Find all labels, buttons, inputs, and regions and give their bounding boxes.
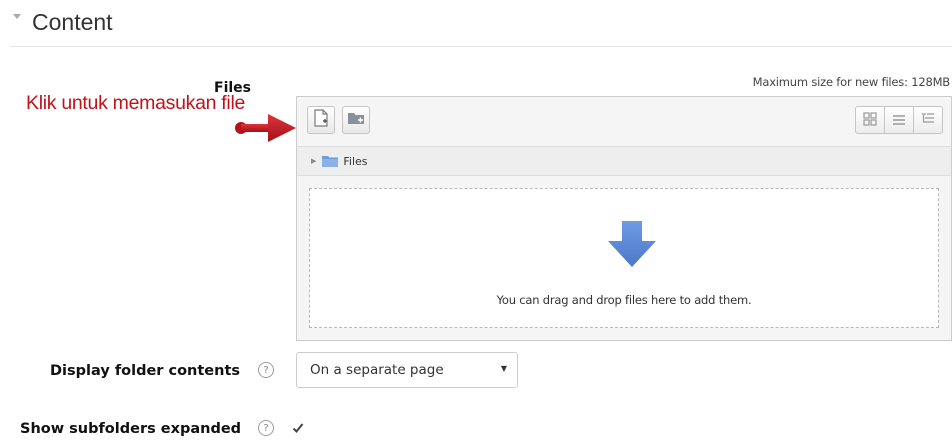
file-manager-path[interactable]: ▶ Files — [297, 146, 951, 176]
help-icon[interactable]: ? — [258, 362, 274, 378]
annotation-text: Klik untuk memasukan file — [26, 92, 246, 114]
add-file-icon — [313, 109, 329, 131]
max-size-text: Maximum size for new files: 128MB — [752, 75, 951, 89]
section-header[interactable]: Content — [10, 6, 113, 38]
expand-caret-icon[interactable]: ▶ — [311, 157, 316, 165]
drop-zone[interactable]: You can drag and drop files here to add … — [309, 188, 939, 328]
add-file-button[interactable] — [307, 106, 335, 134]
view-details-button[interactable] — [884, 106, 914, 134]
file-manager: ▶ Files You can drag and drop files here… — [296, 96, 952, 341]
dropdown-arrow-icon: ▼ — [500, 364, 507, 373]
folder-icon — [322, 155, 339, 167]
section-divider — [10, 46, 952, 47]
show-subfolders-checkbox[interactable] — [291, 422, 304, 435]
show-subfolders-expanded-label: Show subfolders expanded — [20, 421, 242, 437]
create-folder-icon — [347, 110, 365, 130]
path-folder-label[interactable]: Files — [343, 155, 367, 168]
display-folder-contents-label: Display folder contents — [50, 363, 241, 379]
create-folder-button[interactable] — [342, 106, 370, 134]
file-manager-toolbar — [297, 97, 951, 143]
down-arrow-icon — [608, 221, 656, 273]
drop-zone-text: You can drag and drop files here to add … — [496, 293, 752, 307]
collapse-triangle-icon[interactable] — [10, 9, 24, 23]
select-value: On a separate page — [310, 362, 444, 378]
checkmark-icon — [292, 419, 304, 438]
view-icons-button[interactable] — [855, 106, 885, 134]
help-icon[interactable]: ? — [258, 420, 274, 436]
list-icon — [892, 111, 906, 130]
section-title: Content — [32, 8, 113, 35]
display-folder-contents-select[interactable]: On a separate page ▼ — [296, 352, 518, 388]
tree-icon — [921, 111, 935, 130]
view-tree-button[interactable] — [913, 106, 943, 134]
view-mode-group — [855, 106, 943, 134]
annotation-arrow-icon — [235, 114, 296, 142]
grid-icon — [863, 111, 877, 130]
